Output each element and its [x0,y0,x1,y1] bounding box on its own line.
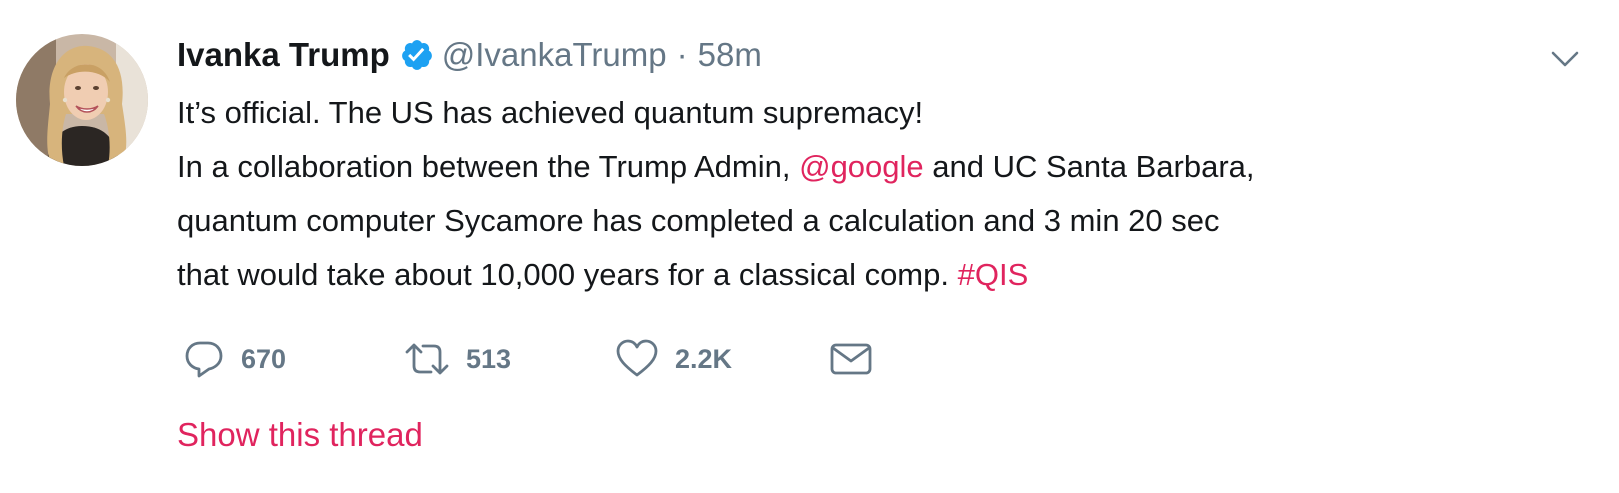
text-segment: and UC Santa Barbara, [923,149,1255,184]
envelope-icon [829,341,873,377]
like-button[interactable]: 2.2K [615,337,732,381]
author-name[interactable]: Ivanka Trump [177,36,390,74]
like-count: 2.2K [675,343,733,374]
chevron-down-icon[interactable] [1550,48,1580,70]
mention-link[interactable]: @google [799,149,924,184]
reply-count: 670 [241,343,287,374]
reply-icon [183,338,225,380]
text-segment: that would take about 10,000 years for a… [177,257,958,292]
text-segment: In a collaboration between the Trump Adm… [177,149,800,184]
tweet-text-line: In a collaboration between the Trump Adm… [177,140,1597,194]
reply-button[interactable]: 670 [183,337,286,381]
tweet-text-line: quantum computer Sycamore has completed … [177,203,1220,238]
direct-message-button[interactable] [829,337,873,381]
separator-dot: · [676,36,688,73]
author-handle[interactable]: @IvankaTrump [442,36,667,74]
verified-badge-icon [400,38,434,72]
show-thread-link[interactable]: Show this thread [177,416,423,454]
hashtag-link[interactable]: #QIS [958,257,1029,292]
heart-icon [615,338,659,380]
tweet-card[interactable]: Ivanka Trump @IvankaTrump · 58m It’s off… [0,0,1619,493]
retweet-count: 513 [466,343,512,374]
avatar[interactable] [16,34,148,166]
tweet-header: Ivanka Trump @IvankaTrump · 58m [177,30,762,80]
retweet-button[interactable]: 513 [404,337,511,381]
tweet-text: It’s official. The US has achieved quant… [177,86,1597,302]
tweet-text-line: It’s official. The US has achieved quant… [177,95,924,130]
profile-photo [16,34,148,166]
tweet-timestamp[interactable]: 58m [698,36,762,74]
tweet-text-line: that would take about 10,000 years for a… [177,248,1597,302]
retweet-icon [404,338,450,380]
